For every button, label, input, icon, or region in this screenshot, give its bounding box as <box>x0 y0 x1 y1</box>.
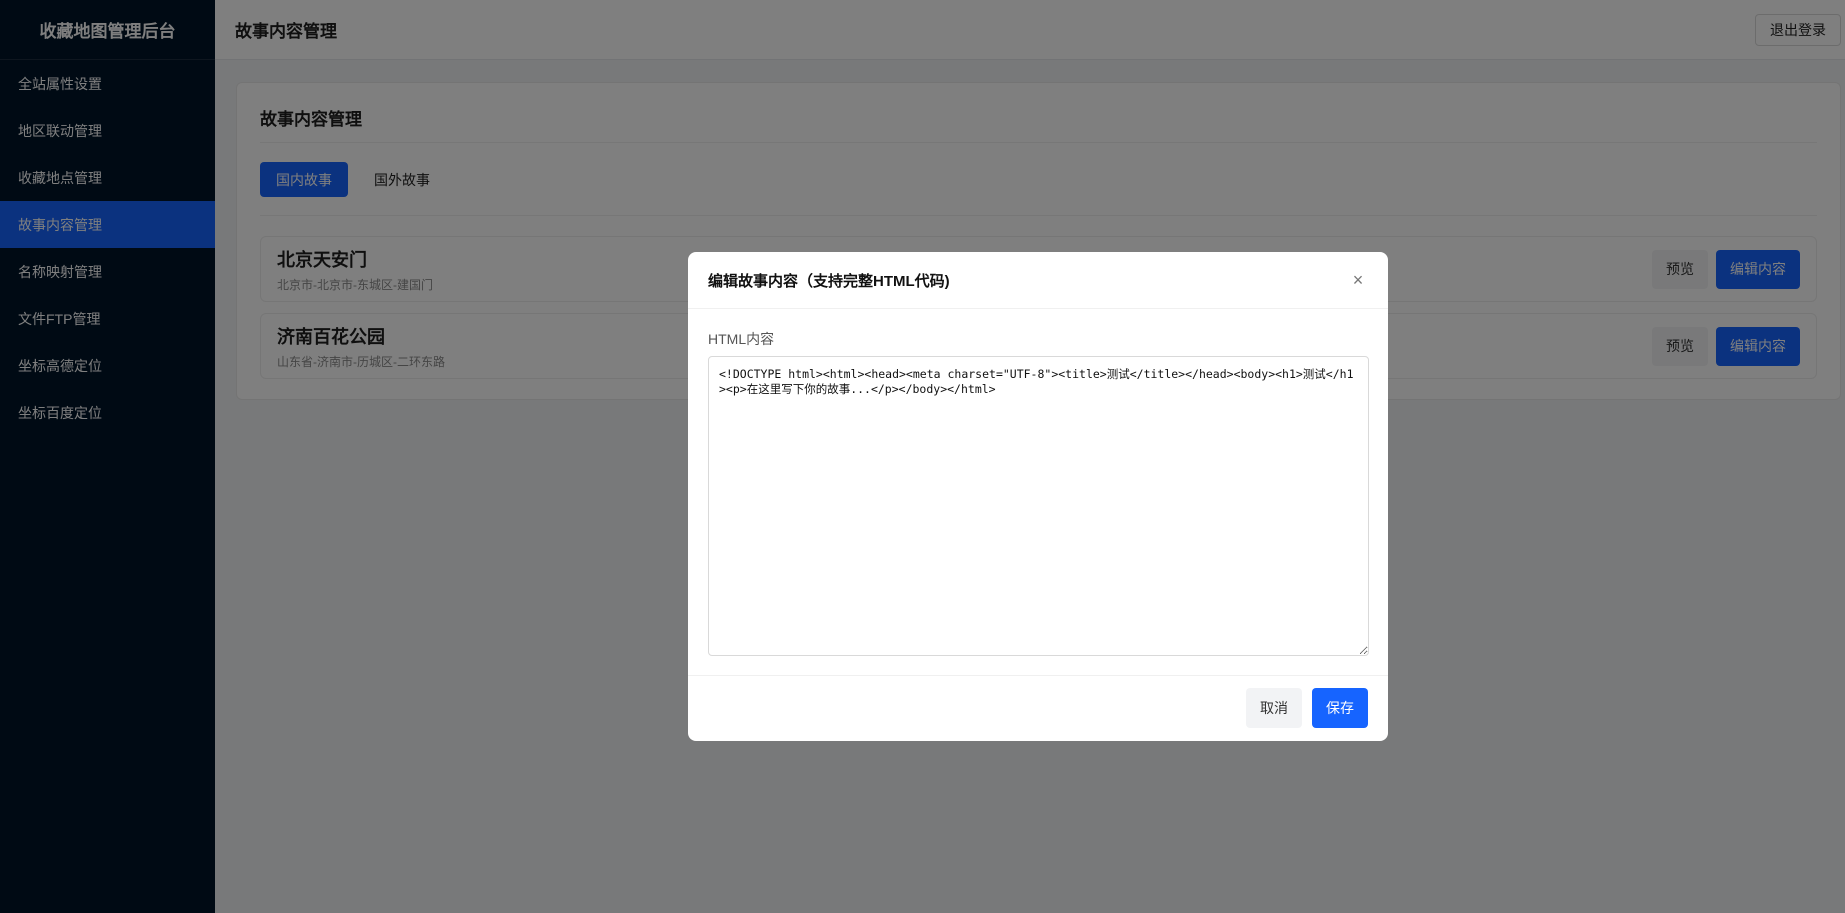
close-icon[interactable]: × <box>1348 270 1368 290</box>
modal-title: 编辑故事内容（支持完整HTML代码) <box>708 272 950 290</box>
edit-story-modal: 编辑故事内容（支持完整HTML代码) × HTML内容 <!DOCTYPE ht… <box>688 252 1388 741</box>
html-content-textarea[interactable]: <!DOCTYPE html><html><head><meta charset… <box>708 356 1369 656</box>
modal-body: HTML内容 <!DOCTYPE html><html><head><meta … <box>688 309 1388 676</box>
html-content-label: HTML内容 <box>708 331 775 347</box>
modal-header: 编辑故事内容（支持完整HTML代码) × <box>688 252 1388 309</box>
cancel-button[interactable]: 取消 <box>1246 688 1302 728</box>
save-button[interactable]: 保存 <box>1312 688 1368 728</box>
modal-footer: 取消 保存 <box>688 676 1388 740</box>
